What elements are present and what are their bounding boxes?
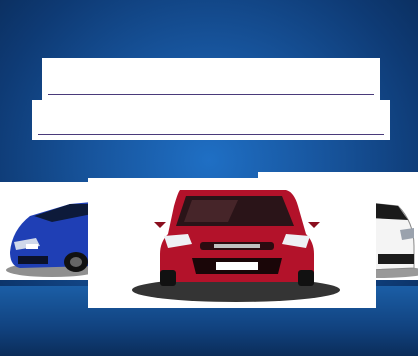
red-car-image — [132, 190, 340, 302]
heading-box-2 — [32, 100, 390, 140]
heading-underline-1 — [48, 94, 374, 95]
heading-underline-2 — [38, 134, 384, 135]
heading-box-1 — [42, 58, 380, 100]
car-card-left[interactable] — [0, 182, 92, 280]
promo-banner — [0, 0, 418, 356]
blue-car-image — [6, 202, 92, 277]
car-card-center[interactable] — [88, 178, 376, 308]
